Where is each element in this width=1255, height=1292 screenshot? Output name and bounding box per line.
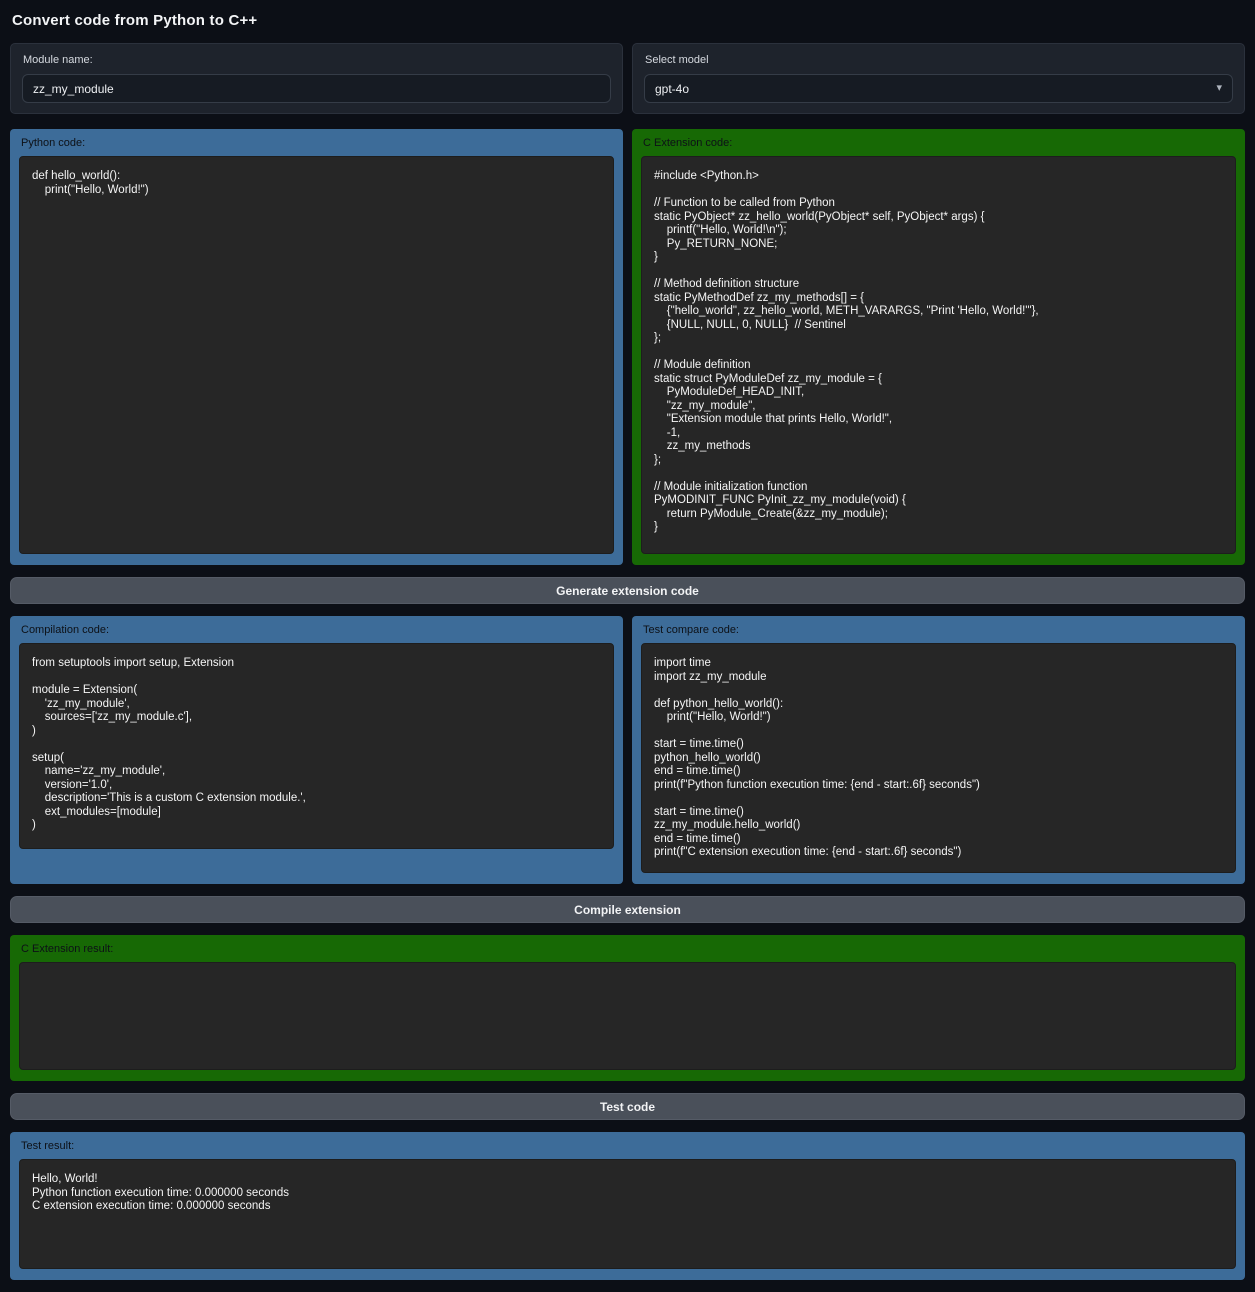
compile-extension-button[interactable]: Compile extension [10,896,1245,923]
chevron-down-icon: ▾ [1216,83,1222,94]
c-extension-code-label: C Extension code: [643,137,1236,149]
model-dropdown[interactable]: gpt-4o ▾ [644,74,1233,103]
model-select-block: Select model gpt-4o ▾ [632,43,1245,114]
python-code-panel: Python code: def hello_world(): print("H… [10,129,623,565]
c-extension-result-panel: C Extension result: [10,935,1245,1081]
python-code-label: Python code: [21,137,614,149]
test-code-button[interactable]: Test code [10,1093,1245,1120]
app-page: Convert code from Python to C++ Module n… [0,0,1255,1292]
compilation-code-textbox[interactable]: from setuptools import setup, Extension … [19,643,614,849]
test-result-label: Test result: [21,1140,1236,1152]
test-result-textbox[interactable]: Hello, World! Python function execution … [19,1159,1236,1269]
c-extension-result-textbox[interactable] [19,962,1236,1070]
top-inputs-row: Module name: Select model gpt-4o ▾ [10,43,1245,114]
test-result-panel: Test result: Hello, World! Python functi… [10,1132,1245,1280]
module-name-input[interactable] [22,74,611,103]
test-compare-code-panel: Test compare code: import time import zz… [632,616,1245,884]
python-code-textbox[interactable]: def hello_world(): print("Hello, World!"… [19,156,614,554]
code-row-2: Compilation code: from setuptools import… [10,616,1245,884]
test-compare-code-textbox[interactable]: import time import zz_my_module def pyth… [641,643,1236,873]
c-extension-code-textbox[interactable]: #include <Python.h> // Function to be ca… [641,156,1236,554]
generate-extension-code-button[interactable]: Generate extension code [10,577,1245,604]
test-compare-code-label: Test compare code: [643,624,1236,636]
module-name-label: Module name: [23,54,611,66]
code-row-1: Python code: def hello_world(): print("H… [10,129,1245,565]
model-dropdown-value: gpt-4o [655,82,689,96]
model-select-label: Select model [645,54,1233,66]
c-extension-result-label: C Extension result: [21,943,1236,955]
module-name-block: Module name: [10,43,623,114]
page-title: Convert code from Python to C++ [12,12,1245,29]
compilation-code-label: Compilation code: [21,624,614,636]
compilation-code-panel: Compilation code: from setuptools import… [10,616,623,884]
c-extension-code-panel: C Extension code: #include <Python.h> //… [632,129,1245,565]
